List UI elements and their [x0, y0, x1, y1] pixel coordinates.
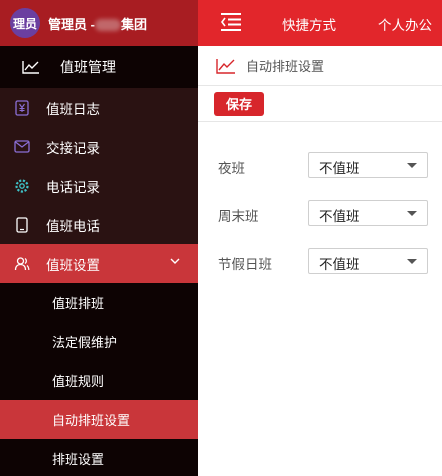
dropdown-caret-icon	[407, 211, 417, 216]
form-row-weekend-shift: 周末班 不值班	[198, 200, 442, 226]
sidebar-item-phone-records[interactable]: 电话记录	[0, 166, 198, 205]
user-name[interactable]: 管理员 - 集团	[48, 14, 147, 33]
line-chart-icon	[216, 58, 235, 74]
chevron-down-icon[interactable]	[170, 257, 180, 265]
night-shift-select[interactable]: 不值班	[308, 152, 428, 178]
org-name: 集团	[120, 16, 147, 32]
holiday-shift-label: 节假日班	[218, 257, 272, 272]
sidebar-item-handover-records[interactable]: 交接记录	[0, 127, 198, 166]
sidebar-item-duty-phone[interactable]: 值班电话	[0, 205, 198, 244]
night-shift-label: 夜班	[218, 161, 245, 176]
avatar[interactable]: 理员	[10, 8, 40, 38]
weekend-shift-select[interactable]: 不值班	[308, 200, 428, 226]
sidebar-subitem-auto-scheduling[interactable]: 自动排班设置	[0, 400, 198, 439]
module-duty-management[interactable]: 值班管理	[0, 46, 198, 88]
top-bar: 快捷方式 个人办公	[198, 0, 442, 46]
mail-icon	[14, 139, 30, 155]
redacted-blur	[94, 19, 121, 32]
sidebar-item-label: 交接记录	[46, 140, 100, 156]
user-header: 理员 管理员 - 集团	[0, 0, 198, 46]
sidebar-subitem-schedule-settings[interactable]: 排班设置	[0, 439, 198, 476]
sidebar-item-duty-log[interactable]: 值班日志	[0, 88, 198, 127]
holiday-shift-value: 不值班	[319, 257, 360, 272]
holiday-shift-select[interactable]: 不值班	[308, 248, 428, 274]
form-row-night-shift: 夜班 不值班	[198, 152, 442, 178]
sidebar-item-label: 电话记录	[46, 179, 100, 195]
form-row-holiday-shift: 节假日班 不值班	[198, 248, 442, 274]
user-label: 管理员 -	[48, 16, 95, 32]
sidebar-item-label: 值班日志	[46, 101, 100, 117]
line-chart-icon	[22, 61, 39, 74]
weekend-shift-value: 不值班	[319, 209, 360, 224]
gear-icon	[14, 178, 30, 194]
module-label: 值班管理	[60, 59, 116, 75]
page-title: 自动排班设置	[246, 59, 325, 74]
weekend-shift-label: 周末班	[218, 209, 259, 224]
shortcuts-link[interactable]: 快捷方式	[282, 14, 336, 34]
dropdown-caret-icon	[407, 259, 417, 264]
sidebar-subitem-duty-scheduling[interactable]: 值班排班	[0, 283, 198, 322]
menu-toggle-icon[interactable]	[220, 12, 242, 32]
sidebar-item-label: 值班电话	[46, 218, 100, 234]
night-shift-value: 不值班	[319, 161, 360, 176]
users-icon	[14, 256, 30, 272]
personal-office-link[interactable]: 个人办公	[378, 14, 432, 34]
main-content: 自动排班设置 保存 夜班 不值班 周末班 不值班 节假日班 不值班	[198, 46, 442, 476]
breadcrumb: 自动排班设置	[198, 46, 442, 86]
toolbar: 保存	[198, 86, 442, 122]
sidebar-subitem-holiday-maintenance[interactable]: 法定假维护	[0, 322, 198, 361]
phone-icon	[14, 216, 30, 233]
yen-icon	[14, 99, 30, 116]
sidebar: 理员 管理员 - 集团 值班管理 值班日志 交接记录 电话记录 值班电话 值班设…	[0, 0, 198, 476]
dropdown-caret-icon	[407, 163, 417, 168]
save-button[interactable]: 保存	[214, 91, 265, 116]
sidebar-subitem-duty-rules[interactable]: 值班规则	[0, 361, 198, 400]
sidebar-item-label: 值班设置	[46, 257, 100, 273]
sidebar-item-duty-settings[interactable]: 值班设置	[0, 244, 198, 283]
